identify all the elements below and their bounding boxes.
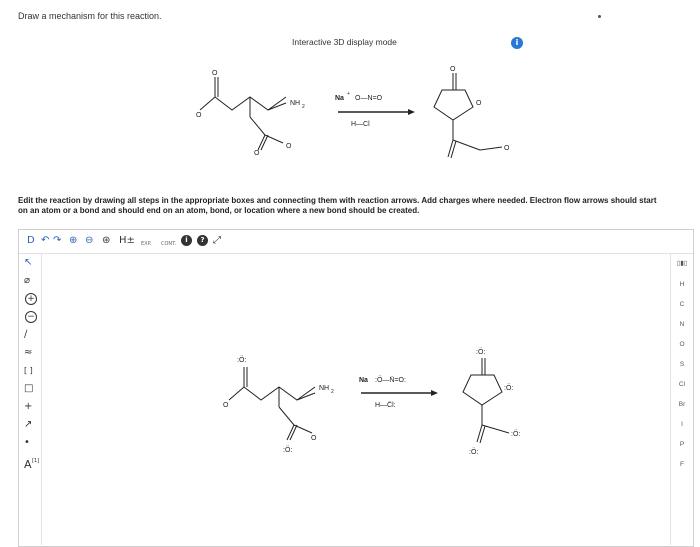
display-mode-label[interactable]: Interactive 3D display mode xyxy=(292,37,397,47)
hydrogen-toggle-icon[interactable]: H± xyxy=(119,235,135,247)
product-o-label: O xyxy=(450,66,456,73)
ring-tool-icon[interactable]: □ xyxy=(24,383,33,395)
info-icon-2[interactable]: i xyxy=(181,235,192,246)
positive-charge-icon[interactable]: + xyxy=(25,293,37,305)
arrow-tool-icon[interactable]: + xyxy=(24,401,32,413)
o-minus-label-2: O xyxy=(286,143,292,150)
canvas-o-lone-2: :Ö: xyxy=(283,446,292,454)
element-c[interactable]: C xyxy=(671,301,693,308)
element-palette: ▯▮▯ H C N O S Cl Br I P F xyxy=(670,253,693,545)
reaction-image: O O NH 2 O O Na + O—N=O H—Cl O O O xyxy=(196,66,510,159)
draw-tool-icon[interactable]: D xyxy=(27,235,35,247)
element-h[interactable]: H xyxy=(671,281,693,288)
element-cl[interactable]: Cl xyxy=(671,381,693,388)
element-o[interactable]: O xyxy=(671,341,693,348)
canvas-cation: Na xyxy=(359,377,368,384)
clean-icon[interactable]: ⊛ xyxy=(102,235,110,247)
question-prompt: Draw a mechanism for this reaction. xyxy=(18,11,162,21)
chain-tool-icon[interactable]: ≈ xyxy=(24,347,32,359)
info-icon[interactable]: i xyxy=(511,37,523,49)
periodic-table-icon[interactable]: ▯▮▯ xyxy=(671,259,693,267)
amine-subscript: 2 xyxy=(302,104,305,110)
bracket-tool-icon[interactable]: [ ] xyxy=(24,365,33,377)
o-minus-label: O xyxy=(196,112,202,119)
canvas-amine-sub: 2 xyxy=(331,389,334,395)
canvas-prod-o-minus: :Ö: xyxy=(511,430,520,438)
menu-dot-icon[interactable] xyxy=(598,15,601,18)
editor-toolbar: D ↶ ↷ ⊕ ⊖ ⊛ H± EXP. CONT. i ? ⤢ xyxy=(19,230,693,254)
element-br[interactable]: Br xyxy=(671,401,693,408)
left-toolbar: ↖ ⌀ + − ∕ ≈ [ ] □ + ↗ • A [1] xyxy=(19,253,42,545)
o-label: O xyxy=(212,70,218,77)
structure-editor[interactable]: D ↶ ↷ ⊕ ⊖ ⊛ H± EXP. CONT. i ? ⤢ ↖ ⌀ + − … xyxy=(18,229,694,547)
product-o-label-2: O xyxy=(476,100,482,107)
atom-label-tool-icon[interactable]: A xyxy=(24,459,32,471)
fullscreen-icon[interactable]: ⤢ xyxy=(213,235,221,247)
editor-canvas[interactable]: :Ö: O NH 2 :Ö: O Na :Ö—N̈=O: H—C̈l: :Ö: … xyxy=(189,330,589,470)
element-f[interactable]: F xyxy=(671,461,693,468)
zoom-in-icon[interactable]: ⊕ xyxy=(69,235,77,247)
bond-tool-icon[interactable]: ∕ xyxy=(24,329,27,341)
element-s[interactable]: S xyxy=(671,361,693,368)
select-tool-icon[interactable]: ↖ xyxy=(24,257,32,269)
canvas-prod-o-2: :Ö: xyxy=(504,384,513,392)
amine-label: NH xyxy=(290,100,300,107)
canvas-prod-o-3: :Ö: xyxy=(469,448,478,456)
contract-button[interactable]: CONT. xyxy=(161,238,176,250)
canvas-o-lone: :Ö: xyxy=(237,356,246,364)
atom-label-sup: [1] xyxy=(32,458,40,464)
zoom-out-icon[interactable]: ⊖ xyxy=(85,235,93,247)
element-i[interactable]: I xyxy=(671,421,693,428)
canvas-acid: H—C̈l: xyxy=(375,401,396,409)
eraser-tool-icon[interactable]: ⌀ xyxy=(24,275,30,287)
curved-arrow-tool-icon[interactable]: ↗ xyxy=(24,419,32,431)
canvas-prod-o: :Ö: xyxy=(476,348,485,356)
electron-dot-tool-icon[interactable]: • xyxy=(24,437,30,449)
element-p[interactable]: P xyxy=(671,441,693,448)
canvas-o-minus-2: O xyxy=(311,435,317,442)
redo-icon[interactable]: ↷ xyxy=(53,235,61,247)
canvas-o-minus: O xyxy=(223,402,229,409)
undo-icon[interactable]: ↶ xyxy=(41,235,49,247)
canvas-nitrite: :Ö—N̈=O: xyxy=(375,376,406,384)
expand-button[interactable]: EXP. xyxy=(141,238,151,250)
reagent-nitrite: O—N=O xyxy=(355,95,383,102)
reagent-cation: Na xyxy=(335,95,344,102)
product-ring xyxy=(433,89,474,121)
element-n[interactable]: N xyxy=(671,321,693,328)
help-icon[interactable]: ? xyxy=(197,235,208,246)
instructions-text: Edit the reaction by drawing all steps i… xyxy=(18,196,657,215)
reagent-acid: H—Cl xyxy=(351,121,370,128)
negative-charge-icon[interactable]: − xyxy=(25,311,37,323)
o-label-2: O xyxy=(254,150,260,157)
canvas-amine: NH xyxy=(319,385,329,392)
reagent-plus: + xyxy=(347,91,350,97)
product-o-minus: O xyxy=(504,145,510,152)
